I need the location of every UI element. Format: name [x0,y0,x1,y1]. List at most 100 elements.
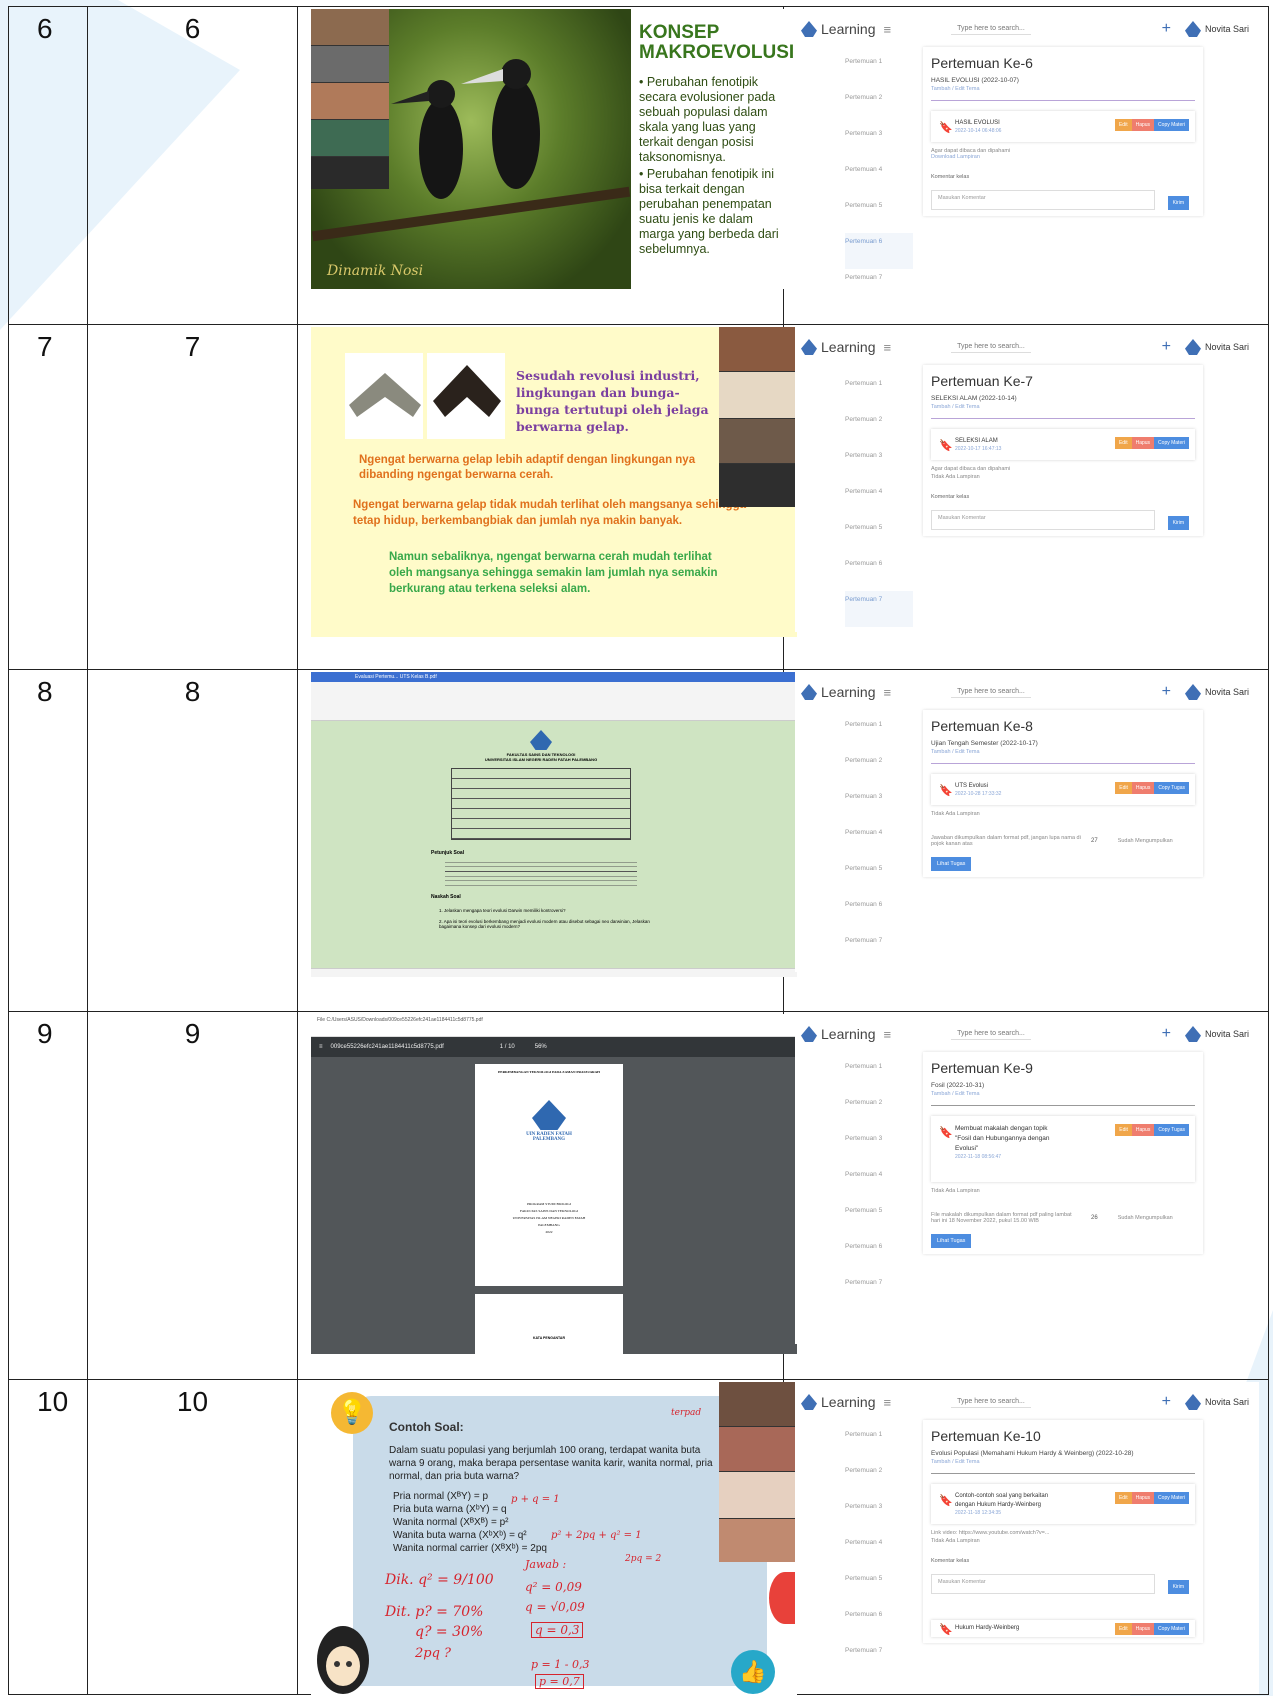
edit-button[interactable]: Edit [1114,1492,1132,1504]
sidebar-item[interactable]: Pertemuan 2 [845,752,913,788]
avatar [1184,339,1201,355]
sidebar-item[interactable]: Pertemuan 3 [845,447,913,483]
copy-button[interactable]: Copy Tugas [1154,1124,1189,1136]
hamburger-icon[interactable]: ≡ [884,340,892,355]
sidebar-item[interactable]: Pertemuan 5 [845,1570,913,1606]
video-link[interactable]: Link video: https://www.youtube.com/watc… [931,1530,1195,1536]
search-input[interactable]: Type here to search... [951,686,1031,698]
edit-theme-link[interactable]: Tambah / Edit Tema [931,1091,1195,1097]
send-button[interactable]: Kirim [1167,196,1189,210]
edit-button[interactable]: Edit [1115,1124,1132,1136]
delete-button[interactable]: Hapus [1131,437,1155,449]
sidebar-item[interactable]: Pertemuan 6 [845,896,913,932]
sidebar-item[interactable]: Pertemuan 6 [845,1238,913,1274]
sidebar-item[interactable]: Pertemuan 1 [845,716,913,752]
edit-button[interactable]: Edit [1114,119,1132,131]
sidebar-item[interactable]: Pertemuan 1 [845,1426,913,1462]
sidebar-item[interactable]: Pertemuan 4 [845,161,913,197]
material-title[interactable]: HASIL EVOLUSI [955,119,1051,128]
copy-button[interactable]: Copy Materi [1154,1492,1189,1504]
sidebar-item[interactable]: Pertemuan 4 [845,483,913,519]
assignment-title[interactable]: UTS Evolusi [955,782,1051,791]
sidebar-item[interactable]: Pertemuan 2 [845,1462,913,1498]
sidebar-item[interactable]: Pertemuan 6 [845,233,913,269]
sidebar-item[interactable]: Pertemuan 3 [845,1130,913,1166]
sidebar-item[interactable]: Pertemuan 1 [845,375,913,411]
edit-theme-link[interactable]: Tambah / Edit Tema [931,86,1195,92]
copy-button[interactable]: Copy Tugas [1154,782,1189,794]
hamburger-icon[interactable]: ≡ [884,1027,892,1042]
assignment-date: 2022-11-18 08:56:47 [955,1154,1002,1160]
assignment-title[interactable]: Membuat makalah dengan topik "Fosil dan … [955,1124,1065,1154]
send-button[interactable]: Kirim [1167,1580,1189,1594]
comment-input[interactable]: Masukan Komentar [931,1574,1155,1594]
sidebar-item[interactable]: Pertemuan 6 [845,555,913,591]
sidebar-item[interactable]: Pertemuan 4 [845,1166,913,1202]
add-icon[interactable]: + [1162,338,1171,356]
user-menu[interactable]: Novita Sari [1179,1026,1249,1042]
search-input[interactable]: Type here to search... [951,341,1031,353]
search-input[interactable]: Type here to search... [951,1396,1031,1408]
sidebar-item[interactable]: Pertemuan 3 [845,125,913,161]
sidebar-item[interactable]: Pertemuan 5 [845,860,913,896]
delete-button[interactable]: Hapus [1131,1492,1155,1504]
edit-button[interactable]: Edit [1114,437,1132,449]
sidebar-item[interactable]: Pertemuan 2 [845,411,913,447]
delete-button[interactable]: Hapus [1131,782,1155,794]
sidebar-item[interactable]: Pertemuan 3 [845,788,913,824]
send-button[interactable]: Kirim [1167,516,1189,530]
comment-input[interactable]: Masukan Komentar [931,190,1155,210]
edit-button[interactable]: Edit [1114,1623,1132,1635]
sidebar-item[interactable]: Pertemuan 5 [845,197,913,233]
edit-theme-link[interactable]: Tambah / Edit Tema [931,749,1195,755]
user-menu[interactable]: Novita Sari [1179,1394,1249,1410]
page-indicator[interactable]: 1 / 10 [500,1044,515,1050]
sidebar-item[interactable]: Pertemuan 7 [845,269,913,305]
uin-logo-icon [801,684,817,700]
sidebar-item[interactable]: Pertemuan 6 [845,1606,913,1642]
edit-theme-link[interactable]: Tambah / Edit Tema [931,404,1195,410]
sidebar-item[interactable]: Pertemuan 2 [845,89,913,125]
sidebar-item[interactable]: Pertemuan 5 [845,519,913,555]
copy-button[interactable]: Copy Materi [1154,1623,1189,1635]
copy-button[interactable]: Copy Materi [1154,437,1189,449]
view-assignment-button[interactable]: Lihat Tugas [931,857,972,871]
user-menu[interactable]: Novita Sari [1179,339,1249,355]
hamburger-icon[interactable]: ≡ [884,685,892,700]
delete-button[interactable]: Hapus [1131,119,1155,131]
add-icon[interactable]: + [1162,20,1171,38]
sidebar-item[interactable]: Pertemuan 2 [845,1094,913,1130]
delete-button[interactable]: Hapus [1131,1623,1155,1635]
sidebar-item[interactable]: Pertemuan 1 [845,53,913,89]
sidebar-item[interactable]: Pertemuan 3 [845,1498,913,1534]
sidebar-item[interactable]: Pertemuan 4 [845,1534,913,1570]
delete-button[interactable]: Hapus [1131,1124,1155,1136]
search-input[interactable]: Type here to search... [951,23,1031,35]
zoom-level[interactable]: 56% [535,1044,547,1050]
download-link[interactable]: Download Lampiran [931,154,1195,160]
sidebar-item[interactable]: Pertemuan 7 [845,591,913,627]
sidebar-item[interactable]: Pertemuan 4 [845,824,913,860]
sidebar-item[interactable]: Pertemuan 7 [845,932,913,968]
sidebar-item[interactable]: Pertemuan 7 [845,1274,913,1310]
add-icon[interactable]: + [1162,1025,1171,1043]
menu-icon[interactable]: ≡ [319,1044,323,1050]
search-input[interactable]: Type here to search... [951,1028,1031,1040]
comment-input[interactable]: Masukan Komentar [931,510,1155,530]
view-assignment-button[interactable]: Lihat Tugas [931,1234,972,1248]
sidebar-item[interactable]: Pertemuan 5 [845,1202,913,1238]
material-title[interactable]: Hukum Hardy-Weinberg [955,1624,1051,1633]
hamburger-icon[interactable]: ≡ [884,22,892,37]
material-title[interactable]: SELEKSI ALAM [955,437,1051,446]
user-menu[interactable]: Novita Sari [1179,684,1249,700]
sidebar-item[interactable]: Pertemuan 1 [845,1058,913,1094]
copy-button[interactable]: Copy Materi [1154,119,1189,131]
edit-button[interactable]: Edit [1115,782,1132,794]
edit-theme-link[interactable]: Tambah / Edit Tema [931,1459,1195,1465]
hamburger-icon[interactable]: ≡ [884,1395,892,1410]
material-title[interactable]: Contoh-contoh soal yang berkaitan dengan… [955,1492,1051,1510]
add-icon[interactable]: + [1162,1393,1171,1411]
user-menu[interactable]: Novita Sari [1179,21,1249,37]
sidebar-item[interactable]: Pertemuan 7 [845,1642,913,1678]
add-icon[interactable]: + [1162,683,1171,701]
